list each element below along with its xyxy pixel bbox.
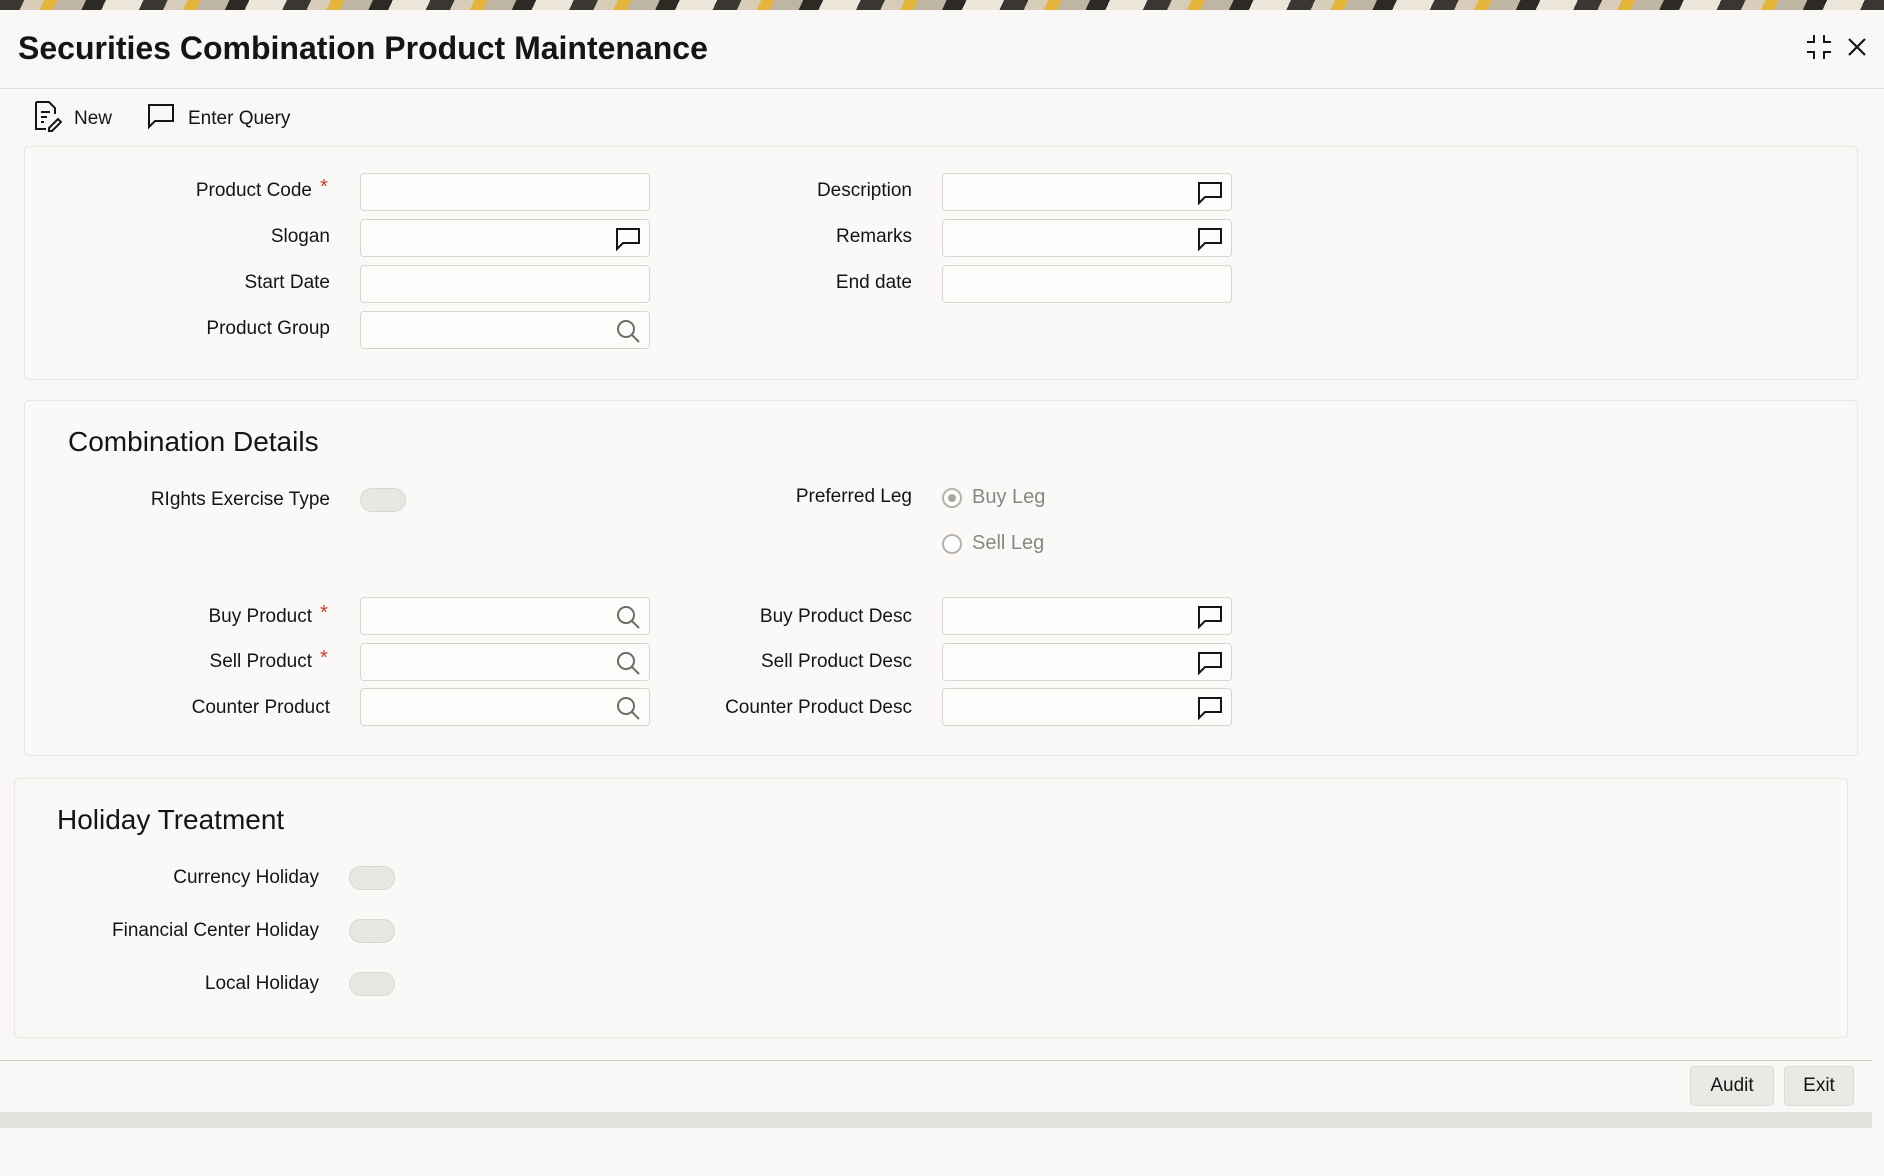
buy-product-label: Buy Product <box>208 606 313 627</box>
horizontal-scrollbar[interactable] <box>0 1112 1872 1128</box>
holiday-treatment-panel <box>14 778 1848 1038</box>
audit-button[interactable]: Audit <box>1690 1066 1774 1106</box>
sell-product-field[interactable] <box>360 643 650 681</box>
local-holiday-label: Local Holiday <box>204 973 319 994</box>
sell-leg-label: Sell Leg <box>972 532 1045 554</box>
search-icon[interactable] <box>613 602 643 632</box>
local-holiday-toggle[interactable] <box>349 972 395 996</box>
sell-leg-radio[interactable]: Sell Leg <box>942 532 1044 555</box>
currency-holiday-toggle[interactable] <box>349 866 395 890</box>
header-banner <box>0 0 1884 10</box>
radio-button-unchecked[interactable] <box>942 533 962 554</box>
comment-icon[interactable] <box>1195 178 1225 208</box>
footer-divider <box>0 1060 1872 1061</box>
search-icon[interactable] <box>613 648 643 678</box>
preferred-leg-label: Preferred Leg <box>795 486 912 507</box>
buy-product-desc-field[interactable] <box>942 597 1232 635</box>
sell-product-desc-field[interactable] <box>942 643 1232 681</box>
combination-details-title: Combination Details <box>68 426 319 457</box>
product-group-field[interactable] <box>360 311 650 349</box>
sell-product-required-mark: * <box>320 647 328 669</box>
counter-product-desc-field[interactable] <box>942 688 1232 726</box>
buy-leg-label: Buy Leg <box>972 486 1046 508</box>
remarks-field[interactable] <box>942 219 1232 257</box>
buy-leg-radio[interactable]: Buy Leg <box>942 486 1045 509</box>
product-code-label: Product Code <box>195 180 312 201</box>
sell-product-desc-label: Sell Product Desc <box>760 651 912 672</box>
radio-button-checked[interactable] <box>942 487 962 508</box>
buy-product-field[interactable] <box>360 597 650 635</box>
end-date-label: End date <box>835 272 912 293</box>
query-comment-icon <box>146 102 176 136</box>
financial-center-holiday-toggle[interactable] <box>349 919 395 943</box>
new-button[interactable]: New <box>32 100 113 138</box>
slogan-label: Slogan <box>270 226 330 247</box>
holiday-treatment-title: Holiday Treatment <box>57 804 285 835</box>
comment-icon[interactable] <box>1195 602 1225 632</box>
enter-query-label: Enter Query <box>188 108 291 129</box>
buy-product-desc-label: Buy Product Desc <box>759 606 912 627</box>
rights-exercise-type-toggle[interactable] <box>360 488 406 512</box>
counter-product-desc-label: Counter Product Desc <box>725 697 912 718</box>
window-title: Securities Combination Product Maintenan… <box>18 30 708 66</box>
product-code-field[interactable] <box>360 173 650 211</box>
start-date-label: Start Date <box>244 272 330 293</box>
title-divider <box>0 88 1884 89</box>
financial-center-holiday-label: Financial Center Holiday <box>112 920 319 941</box>
comment-icon[interactable] <box>613 224 643 254</box>
comment-icon[interactable] <box>1195 693 1225 723</box>
comment-icon[interactable] <box>1195 648 1225 678</box>
rights-exercise-type-label: RIghts Exercise Type <box>150 489 330 510</box>
slogan-field[interactable] <box>360 219 650 257</box>
product-code-required-mark: * <box>320 176 328 198</box>
exit-button[interactable]: Exit <box>1784 1066 1854 1106</box>
comment-icon[interactable] <box>1195 224 1225 254</box>
description-field[interactable] <box>942 173 1232 211</box>
search-icon[interactable] <box>613 693 643 723</box>
sell-product-label: Sell Product <box>209 651 312 672</box>
maintenance-window: Securities Combination Product Maintenan… <box>0 0 1884 1176</box>
minimize-icon[interactable] <box>1802 30 1836 64</box>
remarks-label: Remarks <box>835 226 912 247</box>
end-date-field[interactable] <box>942 265 1232 303</box>
enter-query-button[interactable]: Enter Query <box>146 102 290 136</box>
search-icon[interactable] <box>613 316 643 346</box>
close-icon[interactable] <box>1840 30 1874 64</box>
currency-holiday-label: Currency Holiday <box>173 867 319 888</box>
counter-product-field[interactable] <box>360 688 650 726</box>
new-label: New <box>74 108 113 129</box>
product-group-label: Product Group <box>206 318 330 339</box>
start-date-field[interactable] <box>360 265 650 303</box>
new-document-icon <box>32 100 63 138</box>
description-label: Description <box>816 180 912 201</box>
counter-product-label: Counter Product <box>191 697 330 718</box>
buy-product-required-mark: * <box>320 602 328 624</box>
